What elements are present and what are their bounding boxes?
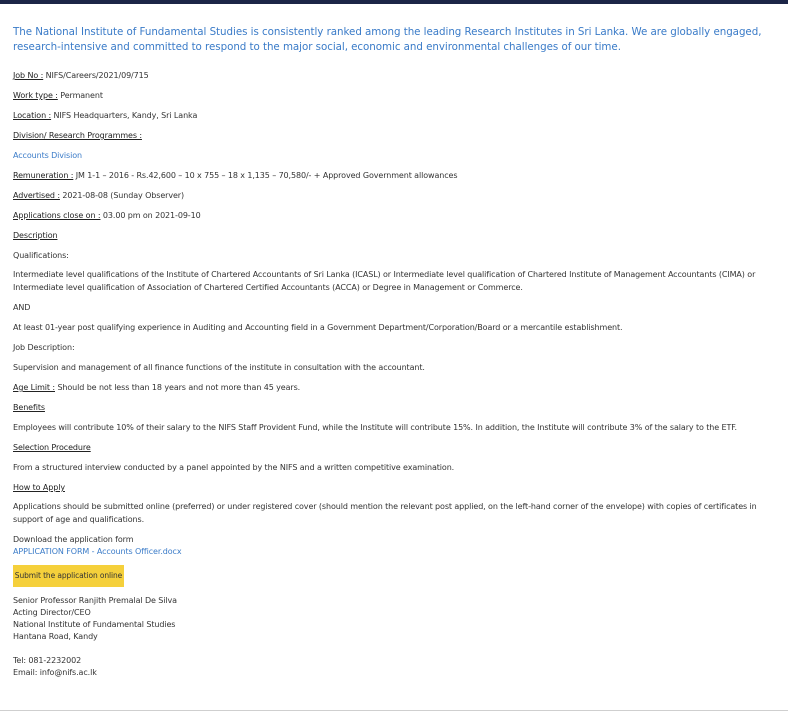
- bottom-divider: [0, 710, 788, 711]
- remuneration-label: Remuneration :: [13, 171, 74, 180]
- download-label: Download the application form: [13, 535, 134, 544]
- location-label: Location :: [13, 111, 52, 120]
- how-to-apply-heading-text: How to Apply: [13, 483, 65, 492]
- qualifications-label: Qualifications:: [13, 251, 69, 260]
- remuneration-value: JM 1-1 – 2016 - Rs.42,600 – 10 x 755 – 1…: [73, 171, 458, 180]
- closing-date-value: 03.00 pm on 2021-09-10: [100, 211, 201, 220]
- closing-date-row: Applications close on : 03.00 pm on 2021…: [13, 210, 201, 221]
- description-heading-text: Description: [13, 231, 58, 240]
- age-limit-value: Should be not less than 18 years and not…: [55, 383, 301, 392]
- work-type-value: Permanent: [57, 91, 103, 100]
- how-to-apply-heading: How to Apply: [13, 482, 65, 493]
- contact-tel: Tel: 081-2232002: [13, 656, 82, 665]
- job-description-text: Supervision and management of all financ…: [13, 363, 425, 372]
- division-label: Division/ Research Programmes :: [13, 131, 142, 140]
- closing-date-label: Applications close on :: [13, 211, 101, 220]
- experience-text: At least 01-year post qualifying experie…: [13, 323, 623, 332]
- signatory-org: National Institute of Fundamental Studie…: [13, 620, 176, 629]
- job-no-label: Job No :: [13, 71, 44, 80]
- job-no-value: NIFS/Careers/2021/09/715: [43, 71, 149, 80]
- advertised-row: Advertised : 2021-08-08 (Sunday Observer…: [13, 190, 184, 201]
- signatory-title: Acting Director/CEO: [13, 608, 91, 617]
- advertised-label: Advertised :: [13, 191, 60, 200]
- application-form-link[interactable]: APPLICATION FORM - Accounts Officer.docx: [13, 546, 182, 557]
- advertised-value: 2021-08-08 (Sunday Observer): [59, 191, 185, 200]
- qualifications-text: Intermediate level qualifications of the…: [13, 270, 756, 292]
- description-heading: Description: [13, 230, 58, 241]
- how-to-apply-text: Applications should be submitted online …: [13, 502, 757, 524]
- work-type-label: Work type :: [13, 91, 58, 100]
- remuneration-row: Remuneration : JM 1-1 – 2016 - Rs.42,600…: [13, 170, 458, 181]
- top-bar: [0, 0, 788, 4]
- division-row: Division/ Research Programmes :: [13, 130, 142, 141]
- selection-heading: Selection Procedure: [13, 442, 91, 453]
- benefits-heading: Benefits: [13, 402, 45, 413]
- division-link[interactable]: Accounts Division: [13, 150, 82, 161]
- contact-email[interactable]: Email: info@nifs.ac.lk: [13, 667, 97, 678]
- and-text: AND: [13, 303, 31, 312]
- location-value: NIFS Headquarters, Kandy, Sri Lanka: [51, 111, 198, 120]
- age-limit-row: Age Limit : Should be not less than 18 y…: [13, 382, 300, 393]
- submit-application-button[interactable]: Submit the application online: [13, 565, 124, 587]
- selection-heading-text: Selection Procedure: [13, 443, 91, 452]
- job-description-label: Job Description:: [13, 343, 75, 352]
- benefits-text: Employees will contribute 10% of their s…: [13, 423, 737, 432]
- selection-text: From a structured interview conducted by…: [13, 463, 455, 472]
- signatory-address: Hantana Road, Kandy: [13, 632, 98, 641]
- work-type-row: Work type : Permanent: [13, 90, 103, 101]
- intro-text: The National Institute of Fundamental St…: [13, 26, 762, 53]
- job-no-row: Job No : NIFS/Careers/2021/09/715: [13, 70, 149, 81]
- signatory-name: Senior Professor Ranjith Premalal De Sil…: [13, 596, 177, 605]
- age-limit-label: Age Limit :: [13, 383, 55, 392]
- benefits-heading-text: Benefits: [13, 403, 45, 412]
- location-row: Location : NIFS Headquarters, Kandy, Sri…: [13, 110, 197, 121]
